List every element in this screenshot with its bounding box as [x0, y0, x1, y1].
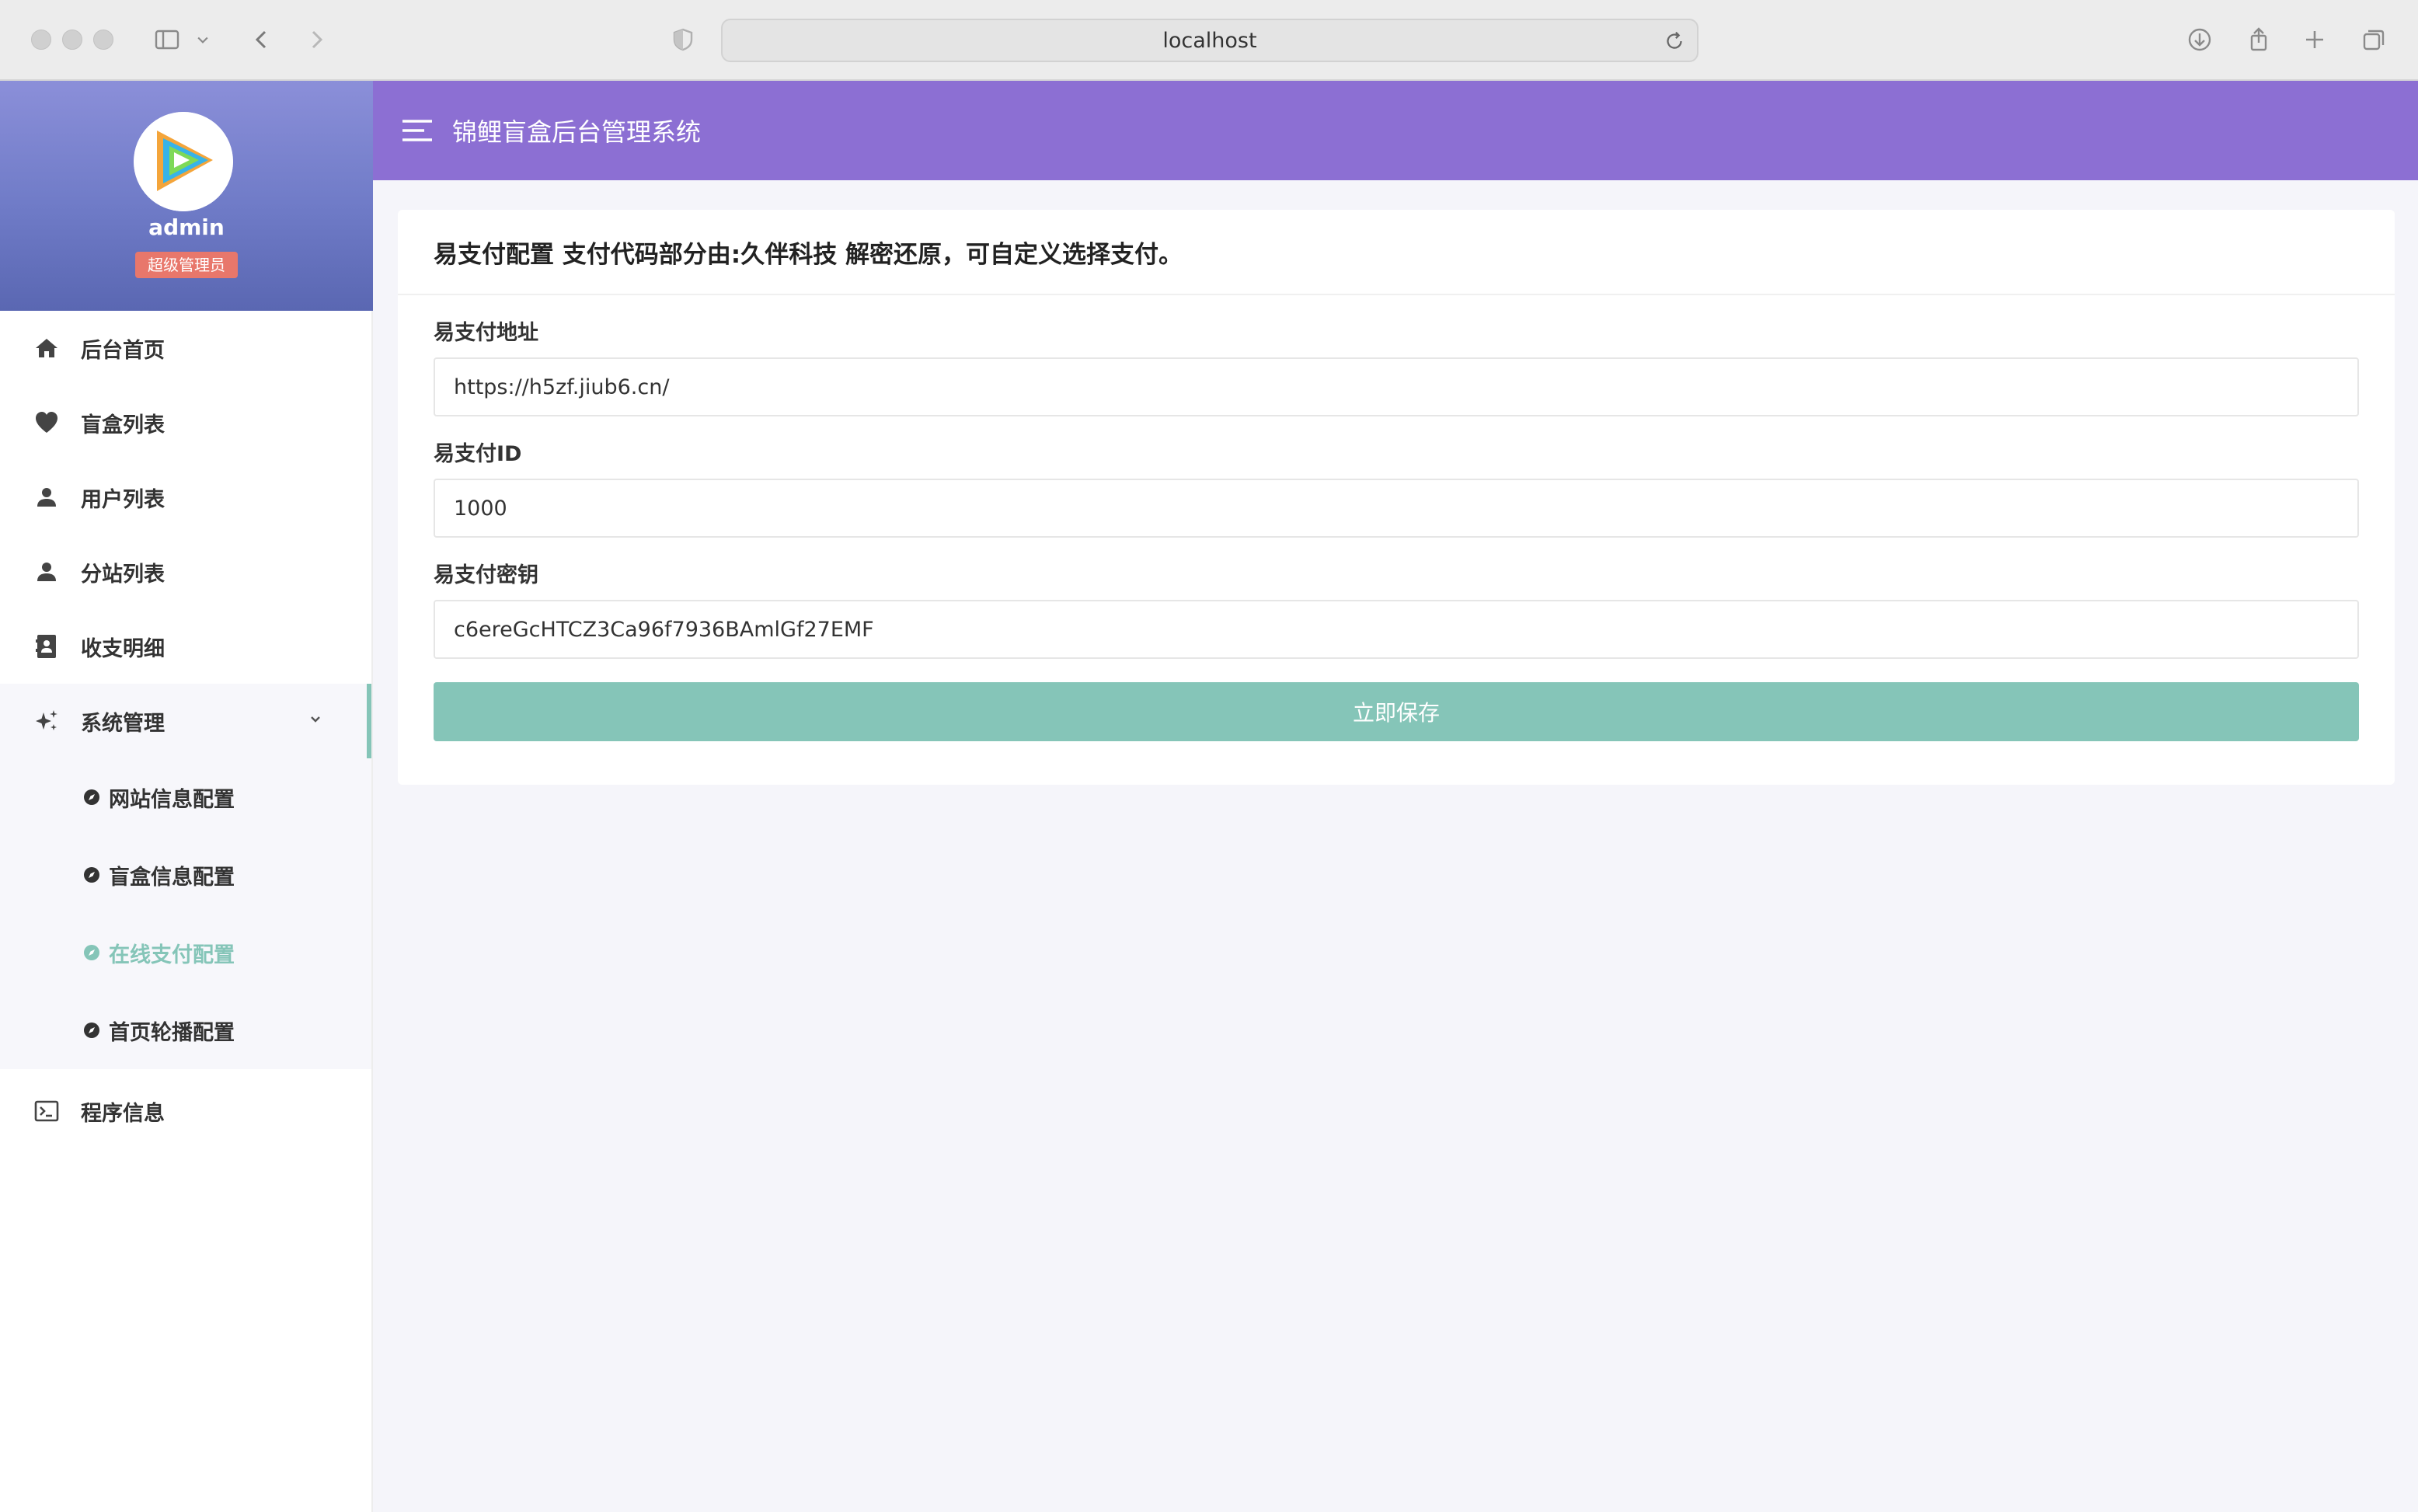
reload-icon[interactable]: [1661, 28, 1688, 54]
back-icon[interactable]: [244, 22, 280, 57]
payment-id-label: 易支付ID: [434, 442, 522, 466]
compass-icon: [84, 867, 99, 883]
sidebar-item-blindbox-list[interactable]: 盲盒列表: [0, 385, 371, 460]
payment-config-card: 易支付配置 支付代码部分由:久伴科技 解密还原，可自定义选择支付。 易支付地址 …: [398, 210, 2395, 785]
profile-panel: admin 超级管理员: [0, 81, 373, 311]
chevron-down-icon: [311, 716, 320, 723]
sidebar-menu: 后台首页 盲盒列表 用户列表 分站列表 收支明细 系统管理: [0, 311, 371, 758]
sidebar-menu-bottom: 程序信息: [0, 1074, 371, 1148]
sidebar-item-label: 系统管理: [81, 711, 165, 736]
close-window-button[interactable]: [31, 30, 51, 50]
sidebar-subitem-blindbox-config[interactable]: 盲盒信息配置: [0, 836, 371, 914]
sidebar-item-label: 程序信息: [81, 1101, 165, 1126]
sidebar-subitem-label: 盲盒信息配置: [109, 865, 235, 890]
contact-card-icon: [33, 632, 61, 660]
payment-key-input[interactable]: [434, 600, 2359, 659]
sidebar-item-transactions[interactable]: 收支明细: [0, 609, 371, 684]
top-header: 锦鲤盲盒后台管理系统: [373, 81, 2418, 180]
heart-icon: [33, 409, 61, 437]
zoom-window-button[interactable]: [93, 30, 113, 50]
payment-config-form: 易支付地址 易支付ID 易支付密钥 立即保存: [398, 320, 2395, 741]
sidebar-subitem-label: 首页轮播配置: [109, 1020, 235, 1045]
save-button[interactable]: 立即保存: [434, 682, 2359, 741]
app-title: 锦鲤盲盒后台管理系统: [452, 117, 702, 147]
sidebar-item-system-management[interactable]: 系统管理: [0, 684, 371, 758]
sidebar-item-home[interactable]: 后台首页: [0, 311, 371, 385]
sidebar-item-program-info[interactable]: 程序信息: [0, 1074, 371, 1148]
sidebar-subitem-label: 网站信息配置: [109, 787, 235, 812]
terminal-icon: [33, 1097, 61, 1125]
sidebar-item-label: 收支明细: [81, 636, 165, 661]
sidebar-item-substation-list[interactable]: 分站列表: [0, 535, 371, 609]
share-icon[interactable]: [2241, 22, 2277, 57]
payment-key-label: 易支付密钥: [434, 563, 538, 587]
sidebar-item-label: 用户列表: [81, 487, 165, 512]
minimize-window-button[interactable]: [62, 30, 82, 50]
tab-overview-icon[interactable]: [2356, 22, 2392, 57]
sidebar-subitem-site-config[interactable]: 网站信息配置: [0, 758, 371, 836]
username: admin: [148, 214, 225, 240]
chevron-down-icon[interactable]: [191, 22, 214, 57]
sidebar-item-label: 盲盒列表: [81, 413, 165, 437]
system-submenu: 网站信息配置 盲盒信息配置 在线支付配置 首页轮播配置: [0, 758, 371, 1069]
sparkle-icon: [33, 707, 61, 735]
card-title: 易支付配置 支付代码部分由:久伴科技 解密还原，可自定义选择支付。: [398, 210, 2395, 295]
download-icon[interactable]: [2182, 22, 2218, 57]
sidebar: admin 超级管理员 后台首页 盲盒列表 用户列表 分站列表 收支明细 系统管…: [0, 81, 373, 1512]
home-icon: [33, 334, 61, 362]
payment-url-input[interactable]: [434, 357, 2359, 416]
sidebar-item-user-list[interactable]: 用户列表: [0, 460, 371, 535]
browser-toolbar: localhost: [0, 0, 2418, 81]
payment-id-input[interactable]: [434, 479, 2359, 538]
compass-icon: [84, 945, 99, 960]
sidebar-subitem-payment-config[interactable]: 在线支付配置: [0, 914, 371, 991]
address-bar[interactable]: localhost: [721, 19, 1699, 62]
forward-icon[interactable]: [298, 22, 334, 57]
user-icon: [33, 558, 61, 586]
compass-icon: [84, 789, 99, 805]
user-icon: [33, 483, 61, 511]
sidebar-item-label: 分站列表: [81, 562, 165, 587]
compass-icon: [84, 1023, 99, 1038]
new-tab-icon[interactable]: [2297, 22, 2333, 57]
role-badge: 超级管理员: [135, 252, 238, 278]
sidebar-toggle-icon[interactable]: [149, 22, 185, 57]
sidebar-subitem-label: 在线支付配置: [109, 942, 235, 967]
menu-toggle-icon[interactable]: [401, 118, 434, 143]
privacy-shield-icon[interactable]: [665, 22, 701, 57]
payment-url-label: 易支付地址: [434, 321, 538, 345]
avatar[interactable]: [134, 112, 233, 211]
sidebar-subitem-carousel-config[interactable]: 首页轮播配置: [0, 991, 371, 1069]
url-text: localhost: [1162, 28, 1257, 53]
sidebar-item-label: 后台首页: [81, 338, 165, 363]
